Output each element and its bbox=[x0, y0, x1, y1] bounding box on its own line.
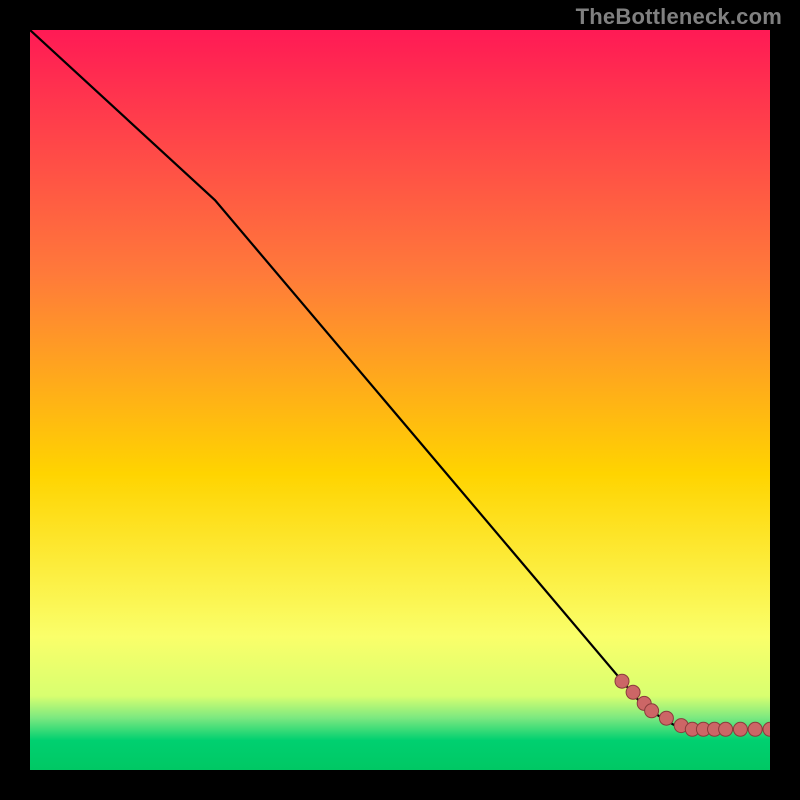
data-marker bbox=[659, 711, 673, 725]
watermark-text: TheBottleneck.com bbox=[576, 4, 782, 30]
chart-svg bbox=[30, 30, 770, 770]
data-marker bbox=[645, 704, 659, 718]
data-marker bbox=[748, 722, 762, 736]
data-marker bbox=[615, 674, 629, 688]
plot-area bbox=[30, 30, 770, 770]
data-marker bbox=[719, 722, 733, 736]
chart-frame: TheBottleneck.com bbox=[0, 0, 800, 800]
data-marker bbox=[626, 685, 640, 699]
gradient-background bbox=[30, 30, 770, 770]
data-marker bbox=[733, 722, 747, 736]
